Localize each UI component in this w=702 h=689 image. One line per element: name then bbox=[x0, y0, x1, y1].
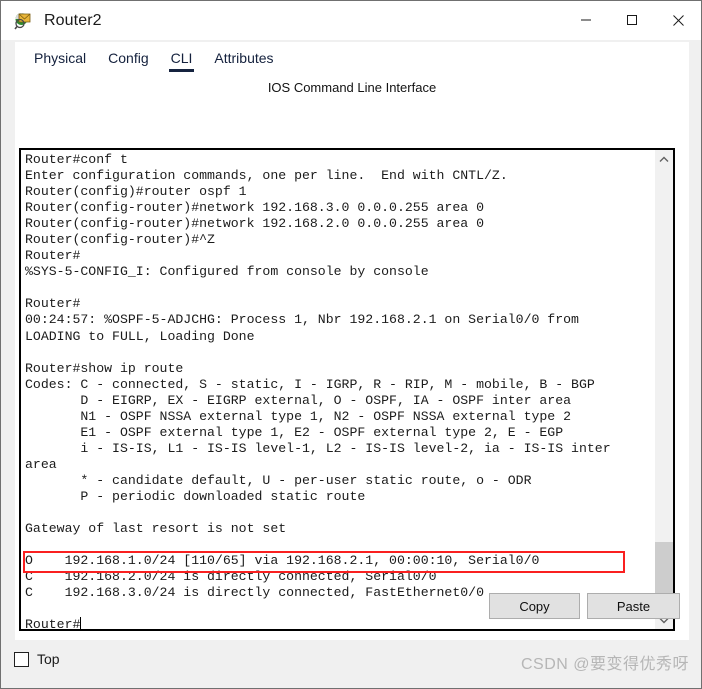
tab-physical-label: Physical bbox=[34, 50, 87, 66]
action-button-row: Copy Paste bbox=[15, 593, 689, 633]
status-bar: Top CSDN @要变得优秀呀 bbox=[1, 640, 701, 688]
tab-cli[interactable]: CLI bbox=[160, 42, 204, 74]
tab-attributes-label: Attributes bbox=[214, 50, 274, 66]
terminal-scrollbar[interactable] bbox=[654, 150, 673, 629]
terminal-frame: Router#conf t Enter configuration comman… bbox=[19, 148, 675, 631]
terminal-output[interactable]: Router#conf t Enter configuration comman… bbox=[21, 150, 654, 629]
tab-config[interactable]: Config bbox=[97, 42, 159, 74]
window-title: Router2 bbox=[44, 11, 102, 29]
tab-cli-label: CLI bbox=[170, 50, 193, 66]
tab-config-label: Config bbox=[108, 50, 149, 66]
window-controls bbox=[563, 1, 701, 39]
copy-button[interactable]: Copy bbox=[489, 593, 580, 619]
chevron-up-icon[interactable] bbox=[655, 150, 673, 168]
copy-button-label: Copy bbox=[519, 598, 550, 614]
tab-physical[interactable]: Physical bbox=[23, 42, 97, 74]
router-cli-window: Router2 Physical Config CLI Attributes I… bbox=[0, 0, 702, 689]
paste-button[interactable]: Paste bbox=[587, 593, 680, 619]
top-checkbox-label: Top bbox=[37, 651, 60, 667]
watermark-text: CSDN @要变得优秀呀 bbox=[520, 656, 689, 673]
paste-button-label: Paste bbox=[616, 598, 651, 614]
cli-panel: IOS Command Line Interface Router#conf t… bbox=[15, 74, 689, 672]
top-checkbox-box[interactable] bbox=[14, 651, 29, 667]
title-bar: Router2 bbox=[1, 1, 701, 40]
close-icon[interactable] bbox=[655, 1, 701, 39]
packet-tracer-router-icon bbox=[14, 11, 34, 31]
top-checkbox[interactable]: Top bbox=[14, 651, 60, 667]
minimize-icon[interactable] bbox=[563, 1, 609, 39]
tab-strip: Physical Config CLI Attributes bbox=[15, 42, 689, 74]
tab-attributes[interactable]: Attributes bbox=[203, 42, 284, 74]
window-body: Physical Config CLI Attributes IOS Comma… bbox=[1, 40, 701, 672]
cli-panel-header: IOS Command Line Interface bbox=[267, 80, 437, 95]
maximize-icon[interactable] bbox=[609, 1, 655, 39]
terminal-text: Router#conf t Enter configuration comman… bbox=[25, 152, 611, 629]
